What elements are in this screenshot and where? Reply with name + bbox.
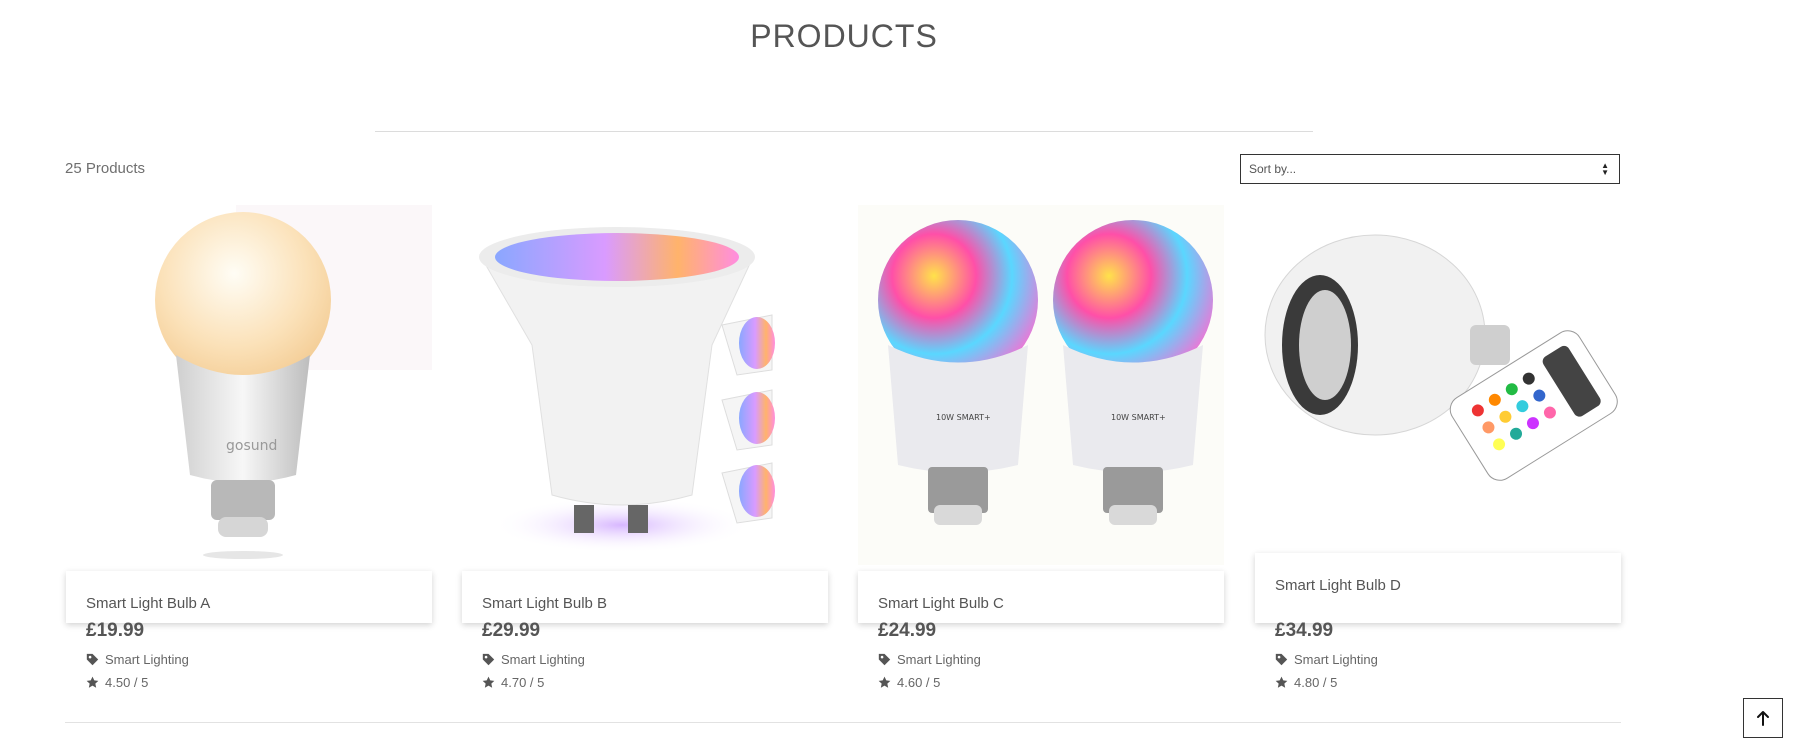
arrow-up-icon	[1757, 711, 1769, 726]
product-image[interactable]	[1255, 205, 1621, 565]
page-title: PRODUCTS	[750, 18, 938, 54]
product-rating: 4.80 / 5	[1275, 675, 1337, 690]
product-category-label: Smart Lighting	[105, 652, 189, 667]
product-category: Smart Lighting	[482, 652, 585, 667]
tag-icon	[482, 653, 495, 666]
tag-icon	[878, 653, 891, 666]
product-price: £34.99	[1275, 620, 1334, 641]
product-name[interactable]: Smart Light Bulb B	[482, 595, 607, 612]
product-count: 25 Products	[65, 160, 146, 177]
star-icon	[878, 676, 891, 688]
sort-select-value: Sort by...	[1249, 162, 1297, 176]
product-category: Smart Lighting	[878, 652, 981, 667]
product-category-label: Smart Lighting	[501, 652, 585, 667]
sort-select[interactable]: Sort by... ▲ ▼	[1240, 154, 1620, 184]
product-image[interactable]: gosund	[66, 205, 432, 565]
star-icon	[482, 676, 495, 688]
product-price: £24.99	[878, 620, 937, 641]
star-icon	[86, 676, 99, 688]
svg-text:10W SMART+: 10W SMART+	[936, 413, 991, 422]
product-rating-value: 4.50 / 5	[105, 675, 149, 690]
product-category: Smart Lighting	[1275, 652, 1378, 667]
sort-arrows-icon: ▲ ▼	[1601, 161, 1609, 177]
product-price: £29.99	[482, 620, 541, 641]
product-image[interactable]: 10W SMART+ 10W SMART+	[858, 205, 1224, 565]
product-name[interactable]: Smart Light Bulb A	[86, 595, 210, 612]
product-rating-value: 4.80 / 5	[1294, 675, 1338, 690]
tag-icon	[1275, 653, 1288, 666]
star-icon	[1275, 676, 1288, 688]
product-rating: 4.60 / 5	[878, 675, 940, 690]
back-to-top-button[interactable]	[1743, 698, 1783, 738]
tag-icon	[86, 653, 99, 666]
product-price: £19.99	[86, 620, 145, 641]
product-rating: 4.50 / 5	[86, 675, 148, 690]
product-rating-value: 4.70 / 5	[501, 675, 545, 690]
title-divider	[375, 131, 1313, 132]
product-rating: 4.70 / 5	[482, 675, 544, 690]
product-category: Smart Lighting	[86, 652, 189, 667]
product-image[interactable]	[462, 205, 828, 565]
svg-text:10W SMART+: 10W SMART+	[1111, 413, 1166, 422]
bottom-divider	[65, 722, 1621, 723]
product-rating-value: 4.60 / 5	[897, 675, 941, 690]
product-category-label: Smart Lighting	[1294, 652, 1378, 667]
product-category-label: Smart Lighting	[897, 652, 981, 667]
svg-text:gosund: gosund	[226, 438, 277, 454]
product-name[interactable]: Smart Light Bulb C	[878, 595, 1004, 612]
product-name[interactable]: Smart Light Bulb D	[1275, 577, 1401, 594]
